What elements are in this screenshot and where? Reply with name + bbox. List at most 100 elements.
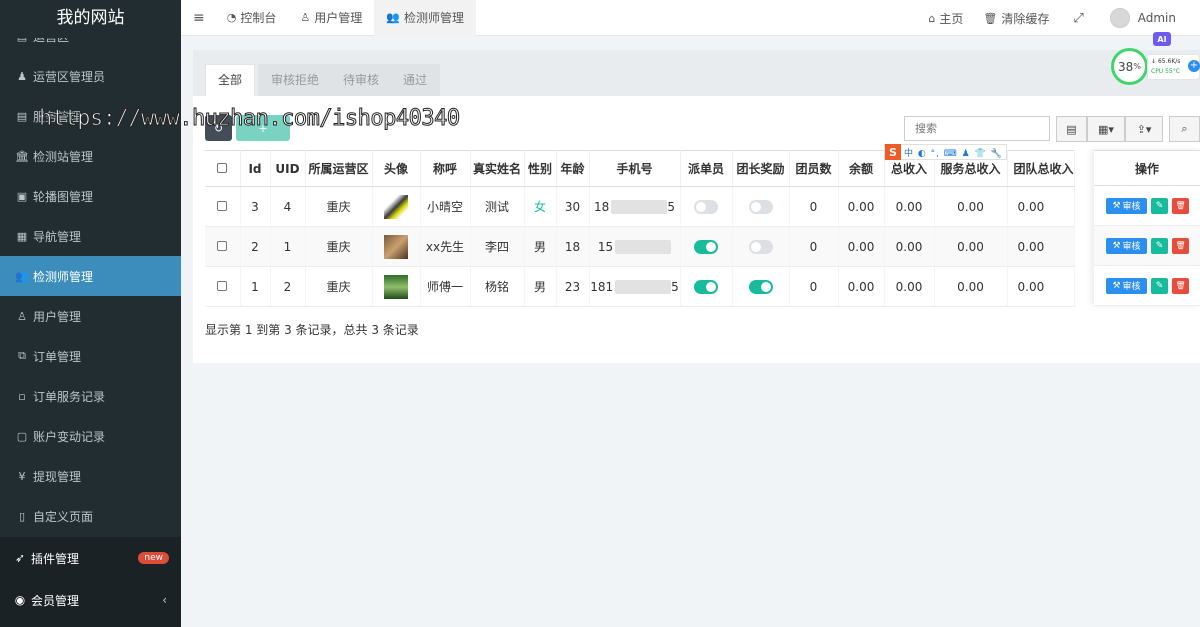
table-row[interactable]: 2 1 重庆 xx先生 李四男 18 15 0 0.00 0.00 0.00 0.00 (205, 226, 1075, 267)
export-button[interactable]: ⇪▾ (1125, 116, 1163, 142)
advanced-search-button[interactable]: ⌕ (1169, 116, 1200, 142)
edit-button[interactable]: ✎ (1151, 237, 1168, 254)
admin-menu[interactable]: Admin (1102, 0, 1200, 36)
edit-button[interactable]: ✎ (1151, 277, 1168, 294)
sidebar-item[interactable]: ▦ 导航管理 (0, 216, 181, 256)
toggle-view-button[interactable]: ▤ (1056, 116, 1087, 142)
edit-button[interactable]: ✎ (1151, 197, 1168, 214)
phone-prefix: 181 (590, 279, 614, 294)
dispatcher-toggle[interactable] (694, 279, 718, 294)
sidebar-item[interactable]: ⧉ 订单管理 (0, 336, 181, 376)
sidebar-item-plugins[interactable]: ➶ 插件管理 new (0, 537, 181, 579)
table-cell: 3 (240, 186, 271, 227)
dispatcher-toggle[interactable] (694, 239, 718, 254)
sidebar-item[interactable]: ¥ 提现管理 (0, 456, 181, 496)
column-header[interactable]: 头像 (372, 150, 421, 187)
table-cell: xx先生 (420, 226, 471, 267)
leader-reward-toggle[interactable] (748, 239, 773, 254)
column-header[interactable]: 手机号 (589, 150, 681, 187)
column-header[interactable]: 团长奖励 (732, 150, 790, 187)
audit-button[interactable]: ⚒ 审核 (1106, 237, 1147, 254)
rocket-icon: ➶ (14, 551, 26, 565)
sidebar-item[interactable]: ♙ 用户管理 (0, 296, 181, 336)
tab-dashboard[interactable]: ◔ 控制台 (215, 0, 289, 36)
sidebar-item[interactable]: ♟ 运营区管理员 (0, 56, 181, 96)
row-checkbox[interactable] (217, 240, 228, 251)
tab-all[interactable]: 全部 (205, 64, 256, 96)
column-header[interactable]: 派单员 (680, 150, 733, 187)
avatar-thumbnail[interactable] (384, 274, 408, 299)
select-all-checkbox[interactable] (217, 162, 228, 173)
clear-cache-button[interactable]: 🗑 清除缓存 (973, 0, 1059, 36)
sidebar-item-label: 插件管理 (31, 551, 80, 566)
column-header[interactable]: 年龄 (556, 150, 590, 187)
table-cell: 0 (789, 226, 839, 267)
column-header[interactable]: 性别 (524, 150, 557, 187)
select-all-header[interactable] (205, 150, 241, 187)
audit-label: 审核 (1122, 282, 1141, 292)
sidebar-item-members[interactable]: ◉ 会员管理 ‹ (0, 579, 181, 621)
fullscreen-button[interactable]: ⤢ (1059, 0, 1101, 36)
leader-reward-toggle[interactable] (748, 279, 773, 294)
action-row: ⚒ 审核 ✎ 🗑 (1094, 266, 1200, 306)
sidebar-toggle-button[interactable]: ≡ (181, 0, 215, 36)
audit-button[interactable]: ⚒ 审核 (1106, 277, 1147, 294)
table-row[interactable]: 1 2 重庆 师傅一 杨铭男 23 181 5 0 0.00 0.00 0.00 0.00 (205, 266, 1075, 307)
plus-icon[interactable]: + (1188, 60, 1200, 72)
brand-logo[interactable]: 我的网站 (0, 0, 181, 38)
avatar-thumbnail[interactable] (384, 194, 408, 219)
table-cell: 0.00 (838, 226, 885, 267)
column-header[interactable]: 团队总收入 (1007, 150, 1075, 187)
tab-pending[interactable]: 待审核 (330, 64, 393, 96)
sidebar-item[interactable]: ▫ 订单服务记录 (0, 376, 181, 416)
sidebar-item[interactable]: 👥 检测师管理 (0, 256, 181, 296)
sidebar-item[interactable]: 🏛 检测站管理 (0, 136, 181, 176)
table-cell: 师傅一 (420, 266, 471, 307)
toggle-knob (706, 281, 716, 292)
expand-icon: ⤢ (1073, 10, 1084, 26)
sidebar-item[interactable]: ▯ 自定义页面 (0, 496, 181, 536)
search-icon: ⌕ (1181, 122, 1188, 135)
net-speed: 65.6K/s (1157, 58, 1181, 65)
ime-toolbar[interactable]: S 中 ◐ °, ⌨ ♟ 👕 🔧 (884, 144, 1007, 160)
column-header[interactable]: Id (240, 150, 271, 187)
tab-users[interactable]: ♙ 用户管理 (288, 0, 374, 36)
table-cell: 重庆 (305, 186, 373, 227)
column-header[interactable]: 余额 (838, 150, 885, 187)
ai-badge[interactable]: AI (1153, 32, 1171, 46)
column-header[interactable]: 称呼 (420, 150, 471, 187)
table-cell: 4 (270, 186, 306, 227)
columns-button[interactable]: ▦▾ (1087, 116, 1125, 142)
bank-icon: 🏛 (15, 149, 29, 163)
pencil-icon: ✎ (1155, 240, 1164, 251)
trash-icon: 🗑 (1175, 281, 1186, 290)
dispatcher-toggle[interactable] (694, 199, 718, 214)
column-header[interactable]: UID (270, 150, 306, 187)
search-input[interactable] (904, 116, 1050, 141)
action-row: ⚒ 审核 ✎ 🗑 (1094, 226, 1200, 266)
avatar-thumbnail[interactable] (384, 234, 408, 259)
row-checkbox[interactable] (217, 200, 228, 211)
tab-approved[interactable]: 通过 (390, 64, 441, 96)
delete-button[interactable]: 🗑 (1172, 197, 1189, 214)
tab-rejected[interactable]: 审核拒绝 (258, 64, 333, 96)
row-checkbox[interactable] (217, 280, 228, 291)
table-row[interactable]: 3 4 重庆 小晴空 测试女 30 18 5 0 0.00 0.00 0.00 0.00 (205, 186, 1075, 227)
home-link[interactable]: ⌂ 主页 (918, 0, 973, 36)
delete-button[interactable]: 🗑 (1172, 277, 1189, 294)
column-header[interactable]: 真实姓名 (470, 150, 525, 187)
column-header[interactable]: 所属运营区 (305, 150, 373, 187)
cpu-meter[interactable]: 38% (1111, 48, 1148, 85)
column-header[interactable]: 团员数 (789, 150, 839, 187)
toggle-knob (706, 241, 716, 252)
leader-reward-toggle[interactable] (748, 199, 773, 214)
user-outline-icon: ♙ (300, 11, 311, 24)
table-cell: 杨铭 (470, 266, 525, 307)
file-icon: ▯ (18, 509, 26, 523)
sidebar-item[interactable]: ▢ 账户变动记录 (0, 416, 181, 456)
tab-inspectors[interactable]: 👥 检测师管理 (374, 0, 476, 36)
delete-button[interactable]: 🗑 (1172, 237, 1189, 254)
sidebar-item[interactable]: ▣ 轮播图管理 (0, 176, 181, 216)
table-cell (372, 226, 421, 267)
audit-button[interactable]: ⚒ 审核 (1106, 197, 1147, 214)
